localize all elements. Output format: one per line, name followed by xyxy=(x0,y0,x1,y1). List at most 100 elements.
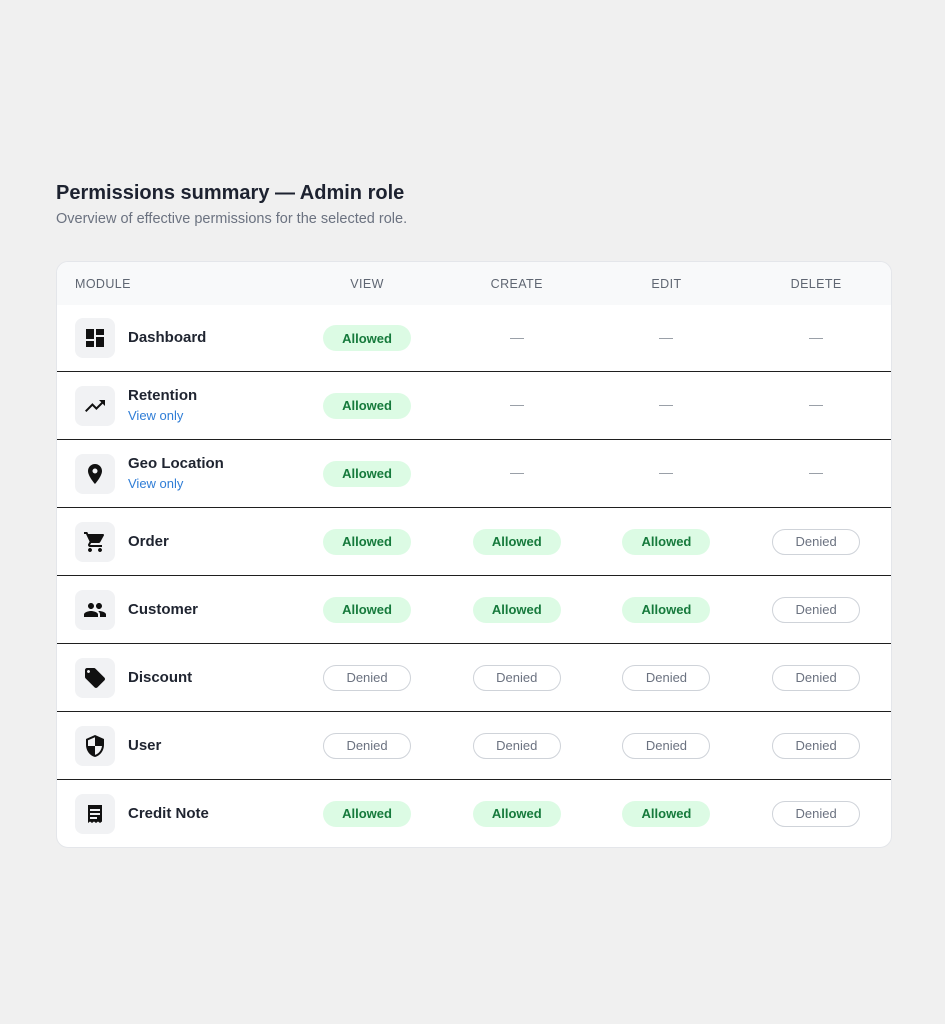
delete-cell: Denied xyxy=(741,732,891,759)
permissions-summary: Permissions summary — Admin role Overvie… xyxy=(56,180,892,848)
shield-icon xyxy=(75,725,115,766)
allowed-badge: Allowed xyxy=(472,596,561,623)
module-text: Retention View only xyxy=(128,387,197,424)
delete-cell: Denied xyxy=(741,596,891,623)
page-subtitle: Overview of effective permissions for th… xyxy=(56,211,408,227)
permissions-table: MODULE VIEW CREATE EDIT DELETE Dashboard… xyxy=(56,261,892,848)
delete-cell xyxy=(741,473,891,474)
create-cell: Allowed xyxy=(442,596,592,623)
create-cell xyxy=(442,405,592,406)
denied-badge: Denied xyxy=(323,664,412,691)
allowed-badge: Allowed xyxy=(323,800,412,827)
module-name: Discount xyxy=(128,668,193,686)
table-body: Dashboard Allowed Retention View only Allowe… xyxy=(57,305,891,847)
module-text: Dashboard xyxy=(128,329,206,347)
table-row-credit-note: Credit Note Allowed Allowed Allowed Denied xyxy=(57,779,891,847)
delete-cell xyxy=(741,405,891,406)
table-row-geo-location: Geo Location View only Allowed xyxy=(57,439,891,507)
column-header-delete: DELETE xyxy=(790,276,842,291)
edit-cell: Denied xyxy=(592,732,742,759)
module-cell: Discount xyxy=(57,657,292,698)
denied-badge: Denied xyxy=(772,800,861,827)
module-text: Customer xyxy=(128,601,198,619)
table-header: MODULE VIEW CREATE EDIT DELETE xyxy=(57,262,891,305)
trending-up-icon xyxy=(75,385,115,426)
view-only-link[interactable]: View only xyxy=(128,407,197,424)
not-applicable-dash xyxy=(809,337,824,339)
module-cell: Order xyxy=(57,521,292,562)
shopping-cart-icon xyxy=(75,521,115,562)
denied-badge: Denied xyxy=(472,664,561,691)
module-text: Discount xyxy=(128,669,192,687)
denied-badge: Denied xyxy=(772,664,861,691)
denied-badge: Denied xyxy=(622,732,711,759)
delete-cell xyxy=(741,337,891,339)
create-cell: Allowed xyxy=(442,528,592,555)
edit-cell: Allowed xyxy=(592,800,742,827)
allowed-badge: Allowed xyxy=(323,460,412,487)
module-name: Dashboard xyxy=(128,329,207,346)
allowed-badge: Allowed xyxy=(323,392,412,419)
location-pin-icon xyxy=(75,453,115,494)
not-applicable-dash xyxy=(659,337,674,339)
edit-cell: Allowed xyxy=(592,528,742,555)
allowed-badge: Allowed xyxy=(472,800,561,827)
view-cell: Allowed xyxy=(292,460,442,487)
module-cell: User xyxy=(57,725,292,766)
view-cell: Allowed xyxy=(292,596,442,623)
delete-cell: Denied xyxy=(741,528,891,555)
view-cell: Denied xyxy=(292,732,442,759)
table-row-retention: Retention View only Allowed xyxy=(57,371,891,439)
table-row-dashboard: Dashboard Allowed xyxy=(57,305,891,371)
allowed-badge: Allowed xyxy=(323,596,412,623)
receipt-icon xyxy=(75,793,115,834)
module-text: Order xyxy=(128,533,169,551)
module-name: User xyxy=(128,736,162,754)
delete-cell: Denied xyxy=(741,664,891,691)
denied-badge: Denied xyxy=(772,596,861,623)
not-applicable-dash xyxy=(809,473,824,474)
module-cell: Credit Note xyxy=(57,793,292,834)
denied-badge: Denied xyxy=(772,732,861,759)
denied-badge: Denied xyxy=(772,528,861,555)
not-applicable-dash xyxy=(659,405,674,406)
module-cell: Geo Location View only xyxy=(57,453,292,494)
table-row-customer: Customer Allowed Allowed Allowed Denied xyxy=(57,575,891,643)
view-cell: Allowed xyxy=(292,325,442,351)
module-text: Geo Location View only xyxy=(128,455,224,492)
not-applicable-dash xyxy=(509,473,524,474)
denied-badge: Denied xyxy=(472,732,561,759)
module-name: Credit Note xyxy=(128,804,209,822)
view-cell: Allowed xyxy=(292,800,442,827)
edit-cell xyxy=(592,473,742,474)
column-header-edit: EDIT xyxy=(651,276,682,291)
denied-badge: Denied xyxy=(323,732,412,759)
view-cell: Allowed xyxy=(292,392,442,419)
allowed-badge: Allowed xyxy=(622,528,711,555)
page-title: Permissions summary — Admin role xyxy=(56,182,405,204)
view-cell: Denied xyxy=(292,664,442,691)
column-header-module: MODULE xyxy=(75,276,131,291)
column-header-view: VIEW xyxy=(350,276,384,291)
module-cell: Customer xyxy=(57,589,292,630)
allowed-badge: Allowed xyxy=(622,800,711,827)
create-cell: Denied xyxy=(442,664,592,691)
module-name: Retention xyxy=(128,387,198,404)
denied-badge: Denied xyxy=(622,664,711,691)
module-cell: Retention View only xyxy=(57,385,292,426)
view-only-link[interactable]: View only xyxy=(128,475,224,492)
tag-icon xyxy=(75,657,115,698)
create-cell xyxy=(442,473,592,474)
module-cell: Dashboard xyxy=(57,318,292,358)
create-cell xyxy=(442,337,592,339)
module-name: Geo Location xyxy=(128,455,224,472)
not-applicable-dash xyxy=(509,337,524,339)
table-row-discount: Discount Denied Denied Denied Denied xyxy=(57,643,891,711)
edit-cell: Denied xyxy=(592,664,742,691)
edit-cell: Allowed xyxy=(592,596,742,623)
module-text: Credit Note xyxy=(128,805,209,823)
create-cell: Allowed xyxy=(442,800,592,827)
view-cell: Allowed xyxy=(292,528,442,555)
allowed-badge: Allowed xyxy=(622,596,711,623)
edit-cell xyxy=(592,405,742,406)
